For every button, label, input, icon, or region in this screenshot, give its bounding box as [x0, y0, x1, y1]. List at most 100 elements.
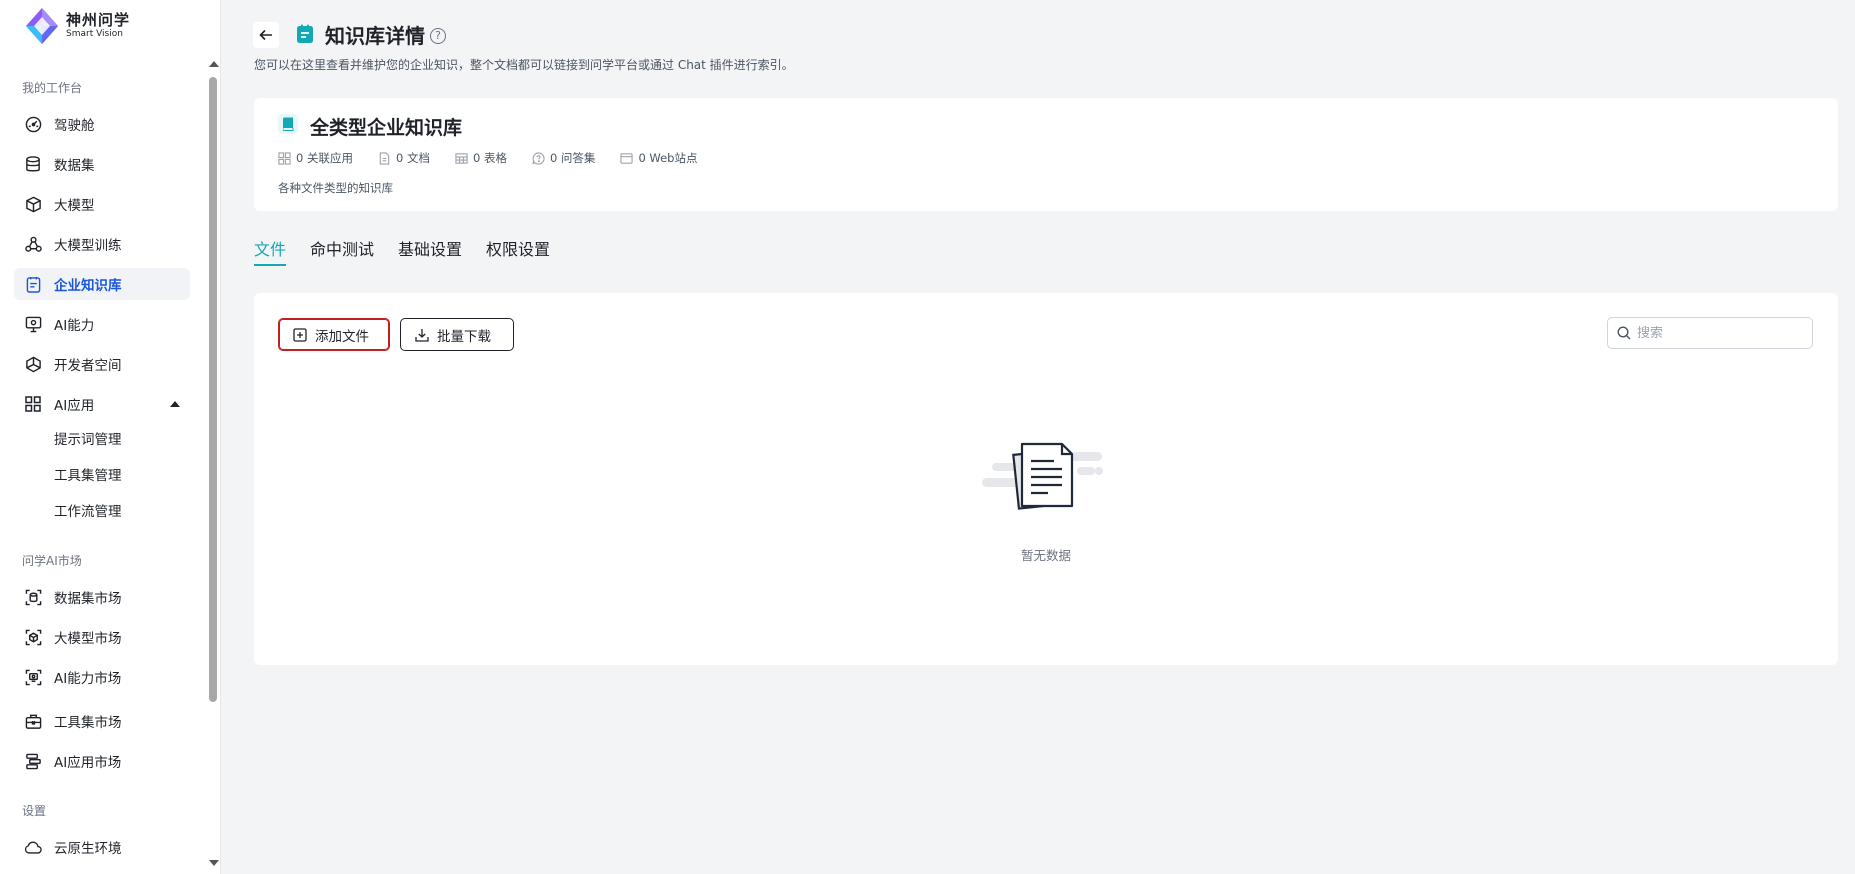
sidebar-item-label: 大模型 [54, 198, 95, 214]
cloud-icon [24, 838, 42, 856]
dev-space-icon [24, 355, 42, 373]
knowledge-base-description: 各种文件类型的知识库 [278, 181, 393, 195]
search-input[interactable] [1637, 325, 1797, 341]
page-description: 您可以在这里查看并维护您的企业知识，整个文档都可以链接到问学平台或通过 Chat… [254, 58, 794, 72]
nav-section-settings: 设置 [22, 804, 47, 818]
app-market-icon [24, 752, 42, 770]
tab-files[interactable]: 文件 [254, 236, 287, 270]
page-title: 知识库详情 [325, 24, 425, 48]
scrollbar-thumb[interactable] [209, 77, 217, 702]
qa-icon [532, 151, 545, 165]
search-box[interactable] [1607, 317, 1813, 349]
chevron-up-icon[interactable] [170, 401, 180, 407]
sidebar-item-models[interactable]: 大模型 [14, 188, 190, 220]
apps-grid-icon [24, 395, 42, 413]
brand-name: 神州问学 [66, 11, 131, 29]
toolbox-icon [24, 712, 42, 730]
sidebar-item-ai-apps[interactable]: AI应用 [14, 388, 190, 420]
files-panel: 添加文件 批量下载 暂无数据 [254, 293, 1838, 665]
nav-section-market: 问学AI市场 [22, 554, 82, 568]
knowledge-page-icon [297, 24, 313, 43]
sidebar-item-app-market[interactable]: AI应用市场 [14, 745, 190, 777]
book-icon [278, 114, 298, 134]
sidebar-subitem-prompts[interactable]: 提示词管理 [54, 426, 122, 454]
empty-documents-icon [982, 442, 1103, 510]
training-icon [24, 235, 42, 253]
sidebar-item-model-training[interactable]: 大模型训练 [14, 228, 190, 260]
ai-market-icon [24, 668, 42, 686]
tab-hit-test[interactable]: 命中测试 [310, 236, 374, 270]
sidebar-subitem-workflows[interactable]: 工作流管理 [54, 498, 122, 526]
sidebar-item-label: 工具集市场 [54, 715, 122, 731]
empty-state-text: 暂无数据 [1020, 548, 1071, 563]
sidebar-item-label: AI应用市场 [54, 755, 122, 771]
monitor-icon [24, 315, 42, 333]
sidebar-item-ai-market[interactable]: AI能力市场 [14, 661, 190, 693]
sidebar-item-datasets[interactable]: 数据集 [14, 148, 190, 180]
sidebar-item-label: 大模型市场 [54, 631, 122, 647]
add-file-button[interactable]: 添加文件 [278, 318, 390, 351]
table-icon [455, 152, 468, 164]
sidebar-item-label: AI能力 [54, 318, 95, 334]
sidebar-item-ai-capability[interactable]: AI能力 [14, 308, 190, 340]
sidebar-item-dev-space[interactable]: 开发者空间 [14, 348, 190, 380]
back-button[interactable] [253, 22, 279, 48]
stat-tables: 0 表格 [455, 150, 507, 166]
database-icon [24, 155, 42, 173]
sidebar-item-label: 驾驶舱 [54, 118, 95, 134]
batch-download-button[interactable]: 批量下载 [400, 318, 514, 351]
linked-apps-icon [278, 151, 291, 165]
knowledge-base-name: 全类型企业知识库 [310, 117, 463, 139]
scroll-down-arrow-icon[interactable] [209, 860, 219, 866]
sidebar-item-label: AI能力市场 [54, 671, 122, 687]
web-site-icon [620, 152, 634, 164]
stat-label: 0 表格 [472, 151, 507, 165]
sidebar-item-label: 大模型训练 [54, 238, 122, 254]
sidebar-item-knowledge-base[interactable]: 企业知识库 [14, 268, 190, 300]
stat-web-sites: 0 Web站点 [620, 150, 697, 166]
stat-qa-sets: 0 问答集 [532, 150, 595, 166]
document-icon [379, 151, 390, 165]
batch-download-label: 批量下载 [437, 328, 491, 345]
stat-label: 0 文档 [395, 151, 430, 165]
brand-logo[interactable]: 神州问学 Smart Vision [22, 6, 130, 46]
cube-icon [24, 195, 42, 213]
stat-label: 0 Web站点 [638, 151, 698, 165]
search-icon [1617, 326, 1631, 340]
help-icon[interactable]: ? [430, 28, 446, 44]
sidebar-item-cloud-native[interactable]: 云原生环境 [14, 831, 190, 863]
stat-documents: 0 文档 [378, 150, 430, 166]
sidebar-scrollbar[interactable] [206, 55, 220, 870]
brand-subtitle: Smart Vision [66, 29, 123, 39]
nav-section-workspace: 我的工作台 [22, 81, 83, 95]
download-icon [415, 328, 429, 342]
sidebar-item-label: 云原生环境 [54, 841, 122, 857]
sidebar-item-label: 开发者空间 [54, 358, 122, 374]
dataset-market-icon [24, 588, 42, 606]
scroll-up-arrow-icon[interactable] [209, 61, 219, 67]
stat-linked-apps: 0 关联应用 [278, 150, 353, 166]
arrow-left-icon [259, 29, 272, 41]
sidebar-item-model-market[interactable]: 大模型市场 [14, 621, 190, 653]
knowledge-base-stats: 0 关联应用 0 文档 0 表格 0 问答集 0 Web站点 [278, 150, 722, 166]
add-file-label: 添加文件 [315, 328, 369, 345]
tab-permission-settings[interactable]: 权限设置 [486, 236, 550, 270]
sidebar-item-toolbox-market[interactable]: 工具集市场 [14, 705, 190, 737]
tab-basic-settings[interactable]: 基础设置 [398, 236, 462, 270]
dashboard-icon [24, 115, 42, 133]
sidebar-subitem-toolsets[interactable]: 工具集管理 [54, 462, 122, 490]
sidebar-item-label: 企业知识库 [54, 278, 122, 294]
plus-square-icon [293, 327, 307, 342]
sidebar: 神州问学 Smart Vision 我的工作台 驾驶舱 数据集 大模型 大模型训… [0, 0, 221, 874]
sidebar-item-label: 数据集 [54, 158, 95, 174]
sidebar-item-cockpit[interactable]: 驾驶舱 [14, 108, 190, 140]
knowledge-icon [24, 275, 42, 293]
logo-mark-icon [26, 8, 58, 44]
sidebar-item-label: 数据集市场 [54, 591, 122, 607]
sidebar-item-label: AI应用 [54, 398, 95, 414]
stat-label: 0 关联应用 [296, 151, 353, 165]
stat-label: 0 问答集 [549, 151, 596, 165]
detail-tabs: 文件 命中测试 基础设置 权限设置 [254, 236, 574, 270]
knowledge-base-info-card: 全类型企业知识库 0 关联应用 0 文档 0 表格 0 问答集 0 Web站点 … [254, 98, 1838, 211]
sidebar-item-dataset-market[interactable]: 数据集市场 [14, 581, 190, 613]
